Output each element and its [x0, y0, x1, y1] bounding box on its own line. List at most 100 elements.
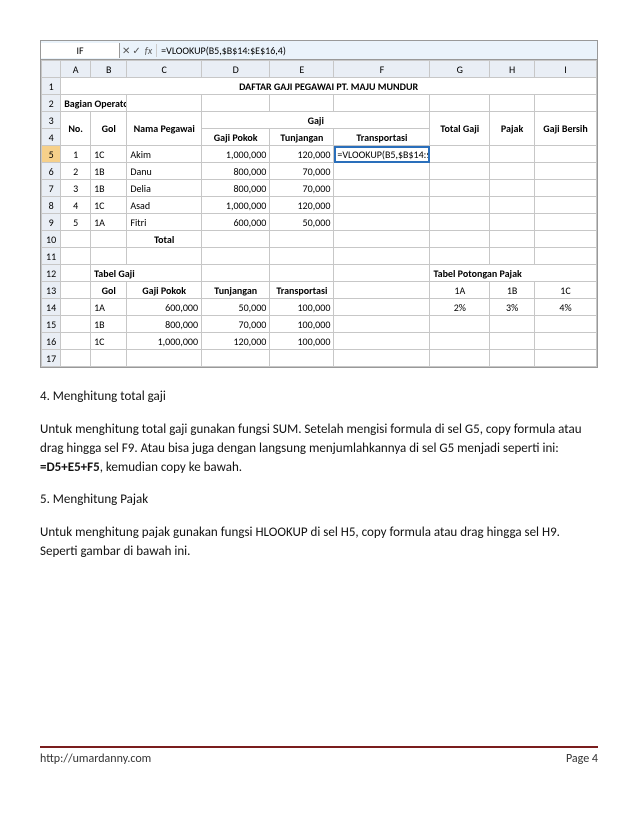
cell[interactable]: 70,000 — [270, 180, 334, 197]
col-header[interactable]: H — [490, 61, 535, 78]
name-box[interactable]: IF — [41, 43, 120, 58]
cell[interactable]: 800,000 — [202, 180, 270, 197]
row-header[interactable]: 10 — [42, 231, 61, 248]
row-header[interactable]: 2 — [42, 95, 61, 112]
section-4-body: Untuk menghitung total gaji gunakan fung… — [40, 421, 598, 478]
cell[interactable]: 1B — [91, 163, 127, 180]
formula-input[interactable]: =VLOOKUP(B5,$B$14:$E$16,4) — [157, 43, 290, 58]
row-header[interactable]: 9 — [42, 214, 61, 231]
spreadsheet-grid[interactable]: A B C D E F G H I 1 DAFTAR GAJI PEGAWAI … — [41, 60, 597, 367]
cell[interactable]: 1A — [91, 214, 127, 231]
cell[interactable]: 1A — [91, 299, 127, 316]
row-header[interactable]: 11 — [42, 248, 61, 265]
cell[interactable]: 1,000,000 — [202, 197, 270, 214]
cell[interactable]: 100,000 — [270, 299, 334, 316]
row-header[interactable]: 14 — [42, 299, 61, 316]
active-cell[interactable]: =VLOOKUP(B5,$B$14:$E$16,4) — [334, 146, 430, 163]
cell[interactable]: Danu — [127, 163, 202, 180]
total-label[interactable]: Total — [127, 231, 202, 248]
cell[interactable]: 50,000 — [202, 299, 270, 316]
tg-h-tunj[interactable]: Tunjangan — [202, 282, 270, 299]
cell[interactable]: Delia — [127, 180, 202, 197]
fx-icon[interactable]: fx — [143, 44, 154, 57]
cell[interactable]: 1,000,000 — [127, 333, 202, 350]
col-header[interactable]: E — [270, 61, 334, 78]
col-header[interactable]: G — [430, 61, 490, 78]
cell[interactable]: Fitri — [127, 214, 202, 231]
tp-v[interactable]: 3% — [490, 299, 535, 316]
row-header[interactable]: 5 — [42, 146, 61, 163]
hdr-nama[interactable]: Nama Pegawai — [127, 112, 202, 146]
hdr-gaji-pokok[interactable]: Gaji Pokok — [202, 129, 270, 146]
tabel-pajak-title[interactable]: Tabel Potongan Pajak — [430, 265, 597, 282]
tg-h-gol[interactable]: Gol — [91, 282, 127, 299]
cell[interactable]: 1C — [91, 333, 127, 350]
row-header[interactable]: 6 — [42, 163, 61, 180]
cell[interactable]: 2 — [61, 163, 91, 180]
cell[interactable]: 800,000 — [127, 316, 202, 333]
cell[interactable]: 5 — [61, 214, 91, 231]
cell[interactable]: 1,000,000 — [202, 146, 270, 163]
row-header[interactable]: 15 — [42, 316, 61, 333]
hdr-gol[interactable]: Gol — [91, 112, 127, 146]
tp-h[interactable]: 1B — [490, 282, 535, 299]
hdr-no[interactable]: No. — [61, 112, 91, 146]
cell[interactable]: 600,000 — [202, 214, 270, 231]
excel-screenshot: IF ✕ ✓ fx =VLOOKUP(B5,$B$14:$E$16,4) A B… — [40, 40, 598, 368]
cell[interactable]: 50,000 — [270, 214, 334, 231]
row-header[interactable]: 17 — [42, 350, 61, 367]
row-header[interactable]: 12 — [42, 265, 61, 282]
cancel-icon[interactable]: ✕ — [122, 44, 130, 57]
cell[interactable]: 600,000 — [127, 299, 202, 316]
tp-h[interactable]: 1C — [535, 282, 597, 299]
section-label[interactable]: Bagian Operator — [61, 95, 127, 112]
col-header[interactable]: A — [61, 61, 91, 78]
enter-icon[interactable]: ✓ — [132, 44, 140, 57]
cell[interactable]: 1C — [91, 197, 127, 214]
hdr-tunjangan[interactable]: Tunjangan — [270, 129, 334, 146]
hdr-transportasi[interactable]: Transportasi — [334, 129, 430, 146]
cell[interactable]: Asad — [127, 197, 202, 214]
tg-h-pokok[interactable]: Gaji Pokok — [127, 282, 202, 299]
row-header[interactable]: 8 — [42, 197, 61, 214]
cell[interactable]: 120,000 — [270, 197, 334, 214]
hdr-pajak[interactable]: Pajak — [490, 112, 535, 146]
col-header[interactable]: B — [91, 61, 127, 78]
cell[interactable]: 1B — [91, 180, 127, 197]
tabel-gaji-title[interactable]: Tabel Gaji — [91, 265, 202, 282]
cell[interactable]: Akim — [127, 146, 202, 163]
article-body: 4. Menghitung total gaji Untuk menghitun… — [40, 388, 598, 562]
cell[interactable]: 100,000 — [270, 333, 334, 350]
cell[interactable]: 1C — [91, 146, 127, 163]
cell[interactable]: 1 — [61, 146, 91, 163]
cell[interactable]: 1B — [91, 316, 127, 333]
select-all-corner[interactable] — [42, 61, 61, 78]
cell[interactable]: 120,000 — [202, 333, 270, 350]
cell[interactable]: 3 — [61, 180, 91, 197]
cell[interactable]: 100,000 — [270, 316, 334, 333]
col-header[interactable]: C — [127, 61, 202, 78]
col-header[interactable]: F — [334, 61, 430, 78]
col-header[interactable]: I — [535, 61, 597, 78]
hdr-gaji[interactable]: Gaji — [202, 112, 430, 129]
hdr-bersih[interactable]: Gaji Bersih — [535, 112, 597, 146]
tp-v[interactable]: 4% — [535, 299, 597, 316]
row-header[interactable]: 3 — [42, 112, 61, 129]
cell[interactable]: 70,000 — [202, 316, 270, 333]
row-header[interactable]: 4 — [42, 129, 61, 146]
cell[interactable]: 4 — [61, 197, 91, 214]
hdr-total[interactable]: Total Gaji — [430, 112, 490, 146]
row-header[interactable]: 1 — [42, 78, 61, 95]
sheet-title[interactable]: DAFTAR GAJI PEGAWAI PT. MAJU MUNDUR — [61, 78, 597, 95]
col-header[interactable]: D — [202, 61, 270, 78]
tp-h[interactable]: 1A — [430, 282, 490, 299]
cell[interactable]: 120,000 — [270, 146, 334, 163]
row-header[interactable]: 7 — [42, 180, 61, 197]
section-4-title: 4. Menghitung total gaji — [40, 388, 598, 407]
tg-h-trans[interactable]: Transportasi — [270, 282, 334, 299]
row-header[interactable]: 16 — [42, 333, 61, 350]
cell[interactable]: 70,000 — [270, 163, 334, 180]
cell[interactable]: 800,000 — [202, 163, 270, 180]
row-header[interactable]: 13 — [42, 282, 61, 299]
tp-v[interactable]: 2% — [430, 299, 490, 316]
